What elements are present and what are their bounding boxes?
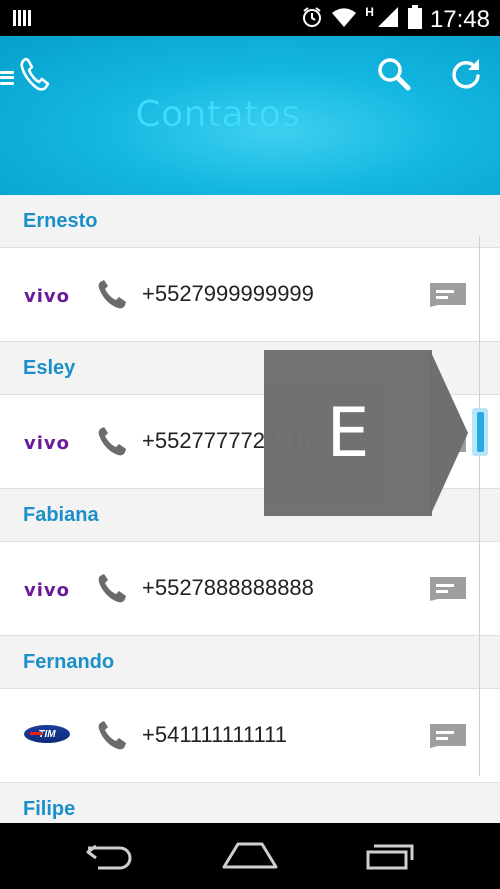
contact-name-header[interactable]: Filipe (0, 783, 500, 823)
contact-row[interactable]: vivo +5527888888888 (0, 542, 500, 636)
fast-scroll-track[interactable] (479, 236, 480, 776)
phone-icon[interactable] (96, 573, 128, 610)
wifi-icon (331, 6, 357, 33)
index-letter: E (326, 393, 370, 473)
carrier-label: TIM (38, 728, 56, 740)
message-icon[interactable] (430, 577, 466, 606)
clock: 17:48 (429, 5, 490, 33)
status-bar: H 17:48 (0, 0, 500, 36)
navigation-bar (0, 823, 500, 889)
vivo-carrier-logo: vivo (24, 433, 71, 454)
vivo-carrier-logo: vivo (24, 580, 71, 601)
recent-apps-icon[interactable] (364, 840, 416, 875)
phone-number: +5527888888888 (142, 575, 314, 600)
app-header: Contatos (0, 36, 500, 195)
tim-carrier-logo: TIM (24, 725, 70, 745)
search-button[interactable] (376, 56, 416, 96)
contact-name-header[interactable]: Fernando (0, 636, 500, 689)
index-popup: E (264, 350, 432, 516)
contact-name: Fernando (23, 650, 115, 673)
menu-button[interactable] (0, 56, 52, 99)
phone-icon[interactable] (96, 720, 128, 757)
hamburger-icon (0, 70, 14, 85)
contact-row[interactable]: vivo +5527999999999 (0, 248, 500, 342)
alarm-icon (301, 6, 323, 33)
home-icon[interactable] (221, 841, 279, 874)
refresh-button[interactable] (448, 56, 488, 96)
contact-name: Ernesto (23, 209, 98, 232)
index-popup-arrow (430, 350, 468, 516)
phone-logo-icon (18, 56, 52, 99)
contact-name: Fabiana (23, 503, 99, 526)
cell-signal-icon (376, 6, 400, 33)
notification-icon (12, 8, 32, 33)
page-title: Contatos (135, 94, 301, 135)
contact-name: Esley (23, 356, 76, 379)
message-icon[interactable] (430, 724, 466, 753)
fast-scroll-thumb[interactable] (472, 408, 488, 456)
message-icon[interactable] (430, 283, 466, 312)
contact-name: Filipe (23, 797, 76, 820)
phone-icon[interactable] (96, 279, 128, 316)
phone-icon[interactable] (96, 426, 128, 463)
phone-number: +541111111111 (142, 722, 287, 747)
vivo-carrier-logo: vivo (24, 286, 71, 307)
refresh-icon (448, 59, 484, 96)
battery-icon (407, 5, 422, 34)
network-type: H (365, 4, 374, 19)
contact-name-header[interactable]: Ernesto (0, 195, 500, 248)
contact-row[interactable]: TIM +541111111111 (0, 689, 500, 783)
phone-number: +5527999999999 (142, 281, 314, 306)
back-icon[interactable] (84, 840, 136, 875)
